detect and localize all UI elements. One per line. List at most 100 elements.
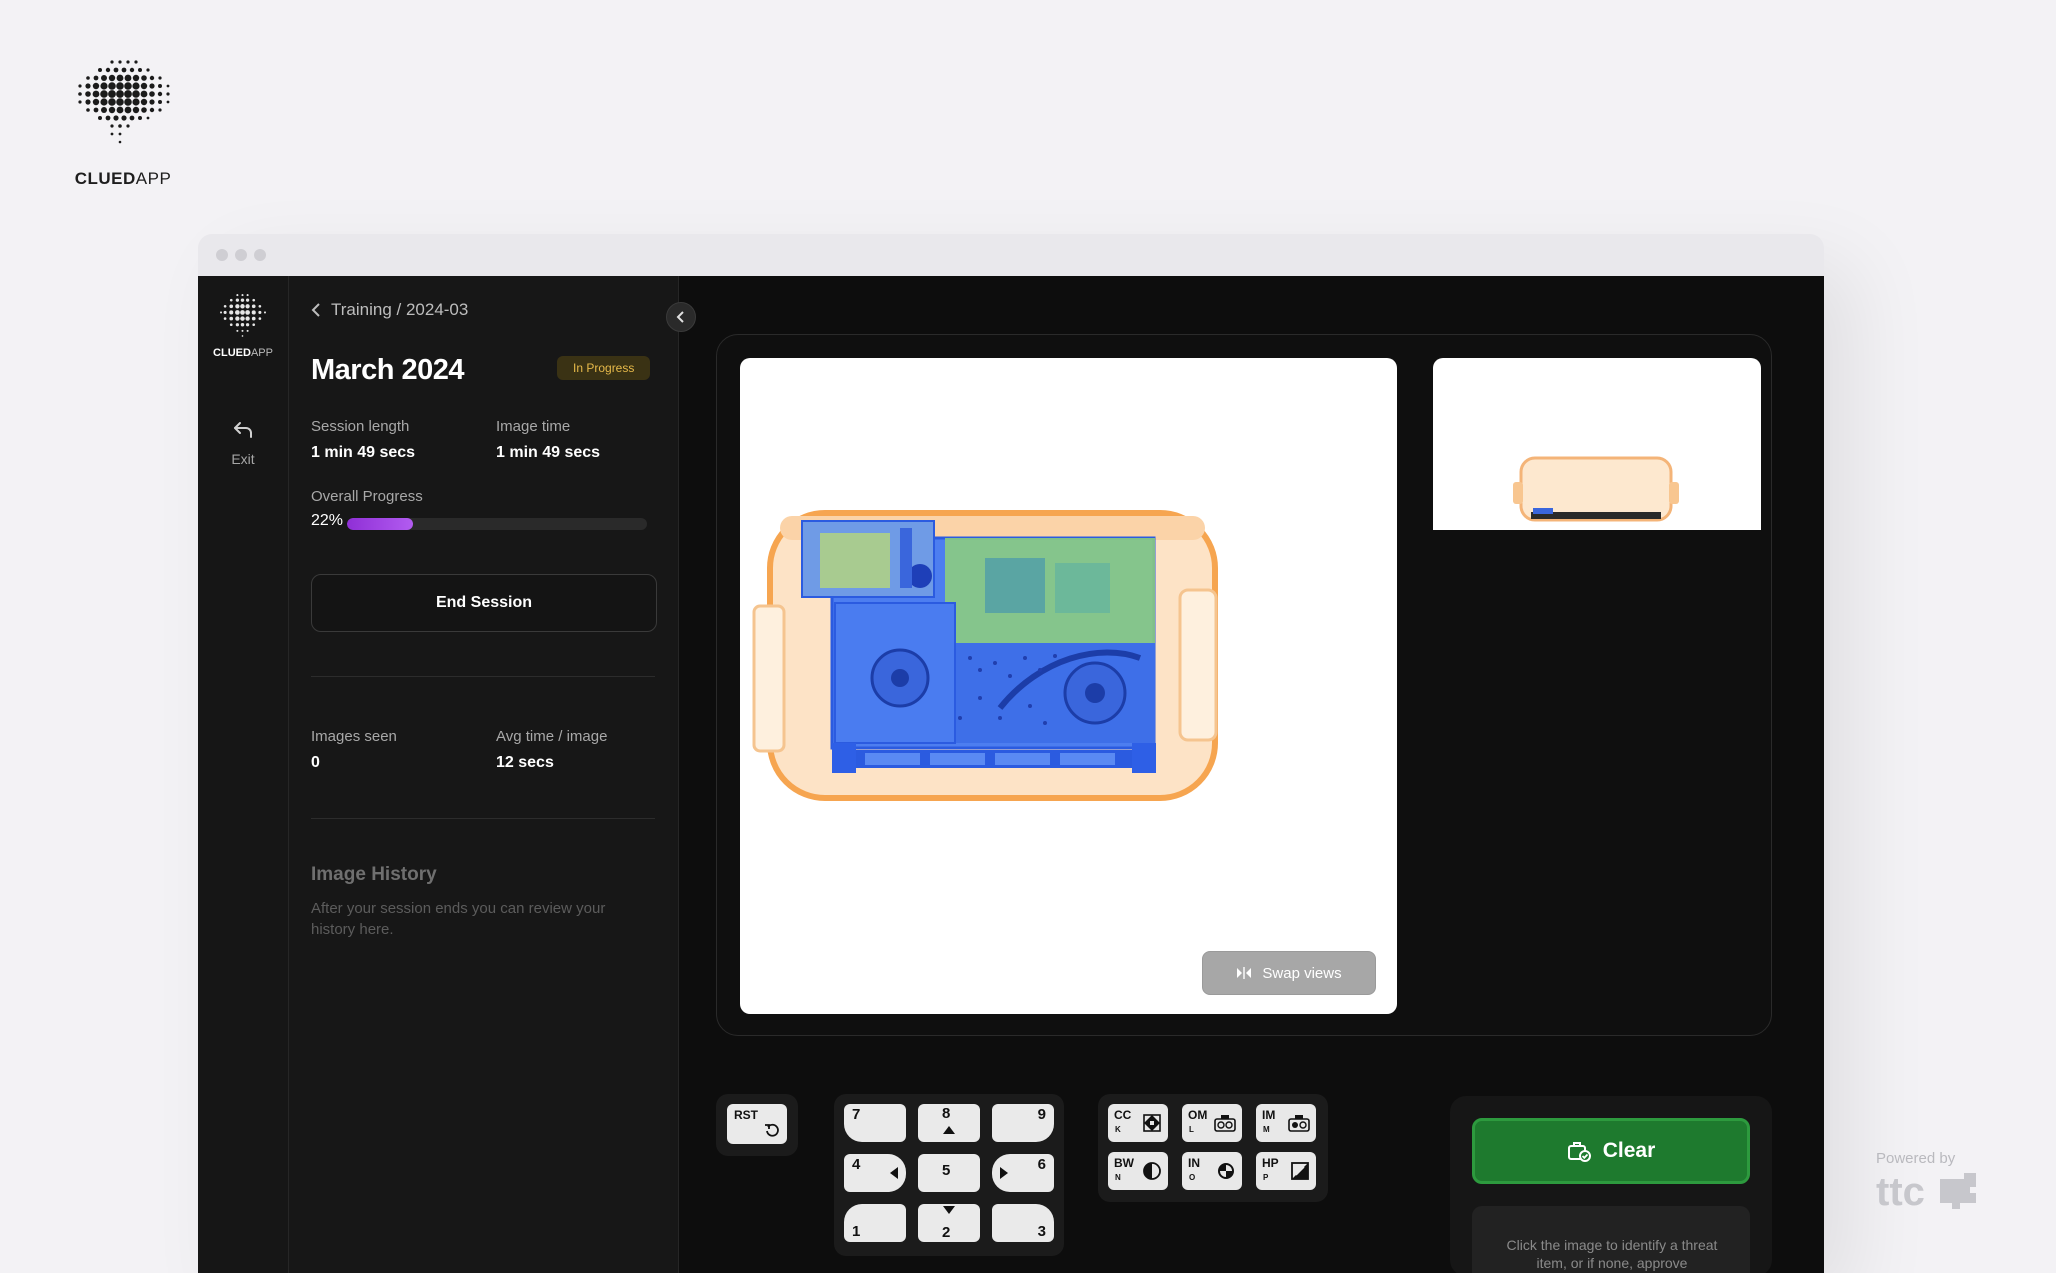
key-4[interactable]: 4 <box>844 1154 906 1192</box>
key-2-label: 2 <box>942 1224 951 1241</box>
diamond-grid-icon <box>1143 1114 1161 1132</box>
fkey-im-code: IM <box>1262 1108 1276 1122</box>
key-2[interactable]: 2 <box>918 1204 980 1242</box>
image-history-title: Image History <box>311 864 437 885</box>
key-7-label: 7 <box>852 1106 861 1123</box>
fkey-hp-sub: P <box>1263 1173 1269 1182</box>
exit-button[interactable]: Exit <box>198 420 288 467</box>
images-seen-label: Images seen <box>311 728 397 745</box>
breadcrumb-text: Training / 2024-03 <box>331 300 469 319</box>
hint-box: Click the image to identify a threat ite… <box>1472 1206 1750 1273</box>
rail-brand-mark-icon <box>220 294 266 337</box>
invert-icon <box>1218 1163 1234 1179</box>
chevron-left-icon <box>311 303 320 317</box>
session-length-value: 1 min 49 secs <box>311 444 416 461</box>
reset-key[interactable]: RST <box>727 1104 787 1144</box>
xray-side-image[interactable] <box>1433 358 1761 530</box>
xray-main-view[interactable]: Swap views <box>740 358 1397 1014</box>
overall-progress-label: Overall Progress <box>311 488 423 505</box>
numeric-keypad: 7 8 9 4 5 6 1 2 3 <box>834 1094 1064 1256</box>
fkey-hp-code: HP <box>1262 1156 1279 1170</box>
fkey-cc-sub: K <box>1115 1125 1121 1134</box>
function-keypad: CC K OM L IM M BW N IN O HP P <box>1098 1094 1328 1202</box>
key-1[interactable]: 1 <box>844 1204 906 1242</box>
arrow-up-icon <box>943 1126 955 1134</box>
key-3[interactable]: 3 <box>992 1204 1054 1242</box>
key-4-label: 4 <box>852 1156 861 1173</box>
breadcrumb[interactable]: Training / 2024-03 <box>311 300 468 320</box>
fkey-bw[interactable]: BW N <box>1108 1152 1168 1190</box>
app-window: CLUEDAPP Exit Training / 2024-03 March 2… <box>198 234 1824 1273</box>
fkey-in-sub: O <box>1189 1173 1196 1182</box>
fkey-hp[interactable]: HP P <box>1256 1152 1316 1190</box>
app-content: CLUEDAPP Exit Training / 2024-03 March 2… <box>198 276 1824 1273</box>
key-6-label: 6 <box>1037 1156 1046 1173</box>
brand-mark-icon <box>78 60 170 144</box>
powered-by: Powered by ttc <box>1876 1150 1996 1216</box>
image-history-text: After your session ends you can review y… <box>311 900 606 938</box>
swap-icon <box>1237 967 1252 979</box>
swap-views-label: Swap views <box>1262 964 1342 982</box>
end-session-button[interactable]: End Session <box>311 574 657 632</box>
half-circle-icon <box>1143 1162 1161 1180</box>
fkey-om-code: OM <box>1188 1108 1208 1122</box>
rail-logo: CLUEDAPP <box>212 292 274 359</box>
chevron-left-small-icon <box>676 311 684 323</box>
image-time-label: Image time <box>496 418 571 435</box>
xray-side-view[interactable] <box>1433 358 1761 530</box>
xray-laptop-image[interactable] <box>740 358 1397 1014</box>
fkey-in[interactable]: IN O <box>1182 1152 1242 1190</box>
key-8[interactable]: 8 <box>918 1104 980 1142</box>
image-time-value: 1 min 49 secs <box>496 444 601 461</box>
swap-views-button[interactable]: Swap views <box>1202 951 1376 995</box>
brand-logo: CLUEDAPP <box>72 58 174 189</box>
divider <box>311 818 655 819</box>
window-minimize-dot[interactable] <box>235 249 247 261</box>
session-panel: Training / 2024-03 March 2024 In Progres… <box>289 276 696 1273</box>
fkey-cc-code: CC <box>1114 1108 1132 1122</box>
powered-by-label: Powered by <box>1876 1150 1956 1167</box>
inorganic-icon <box>1288 1115 1310 1132</box>
high-penetration-icon <box>1291 1162 1309 1180</box>
arrow-right-icon <box>1000 1167 1008 1179</box>
divider <box>311 676 655 677</box>
key-1-label: 1 <box>852 1223 861 1240</box>
fkey-om[interactable]: OM L <box>1182 1104 1242 1142</box>
session-length-label: Session length <box>311 418 410 435</box>
arrow-down-icon <box>943 1206 955 1214</box>
fkey-bw-sub: N <box>1115 1173 1121 1182</box>
hint-text: Click the image to identify a threat ite… <box>1506 1237 1718 1271</box>
key-9[interactable]: 9 <box>992 1104 1054 1142</box>
key-9-label: 9 <box>1037 1106 1046 1123</box>
reset-rotate-icon <box>765 1123 779 1137</box>
clear-button-label: Clear <box>1602 1139 1656 1162</box>
reset-pad: RST <box>716 1094 798 1156</box>
key-7[interactable]: 7 <box>844 1104 906 1142</box>
image-viewer: Swap views <box>716 334 1772 1036</box>
ttc-logo-icon: ttc <box>1876 1170 1976 1214</box>
fkey-im-sub: M <box>1263 1125 1270 1134</box>
key-3-label: 3 <box>1037 1223 1046 1240</box>
fkey-in-code: IN <box>1188 1156 1200 1170</box>
rail-brand-name: CLUEDAPP <box>213 347 273 359</box>
brand-name: CLUEDAPP <box>74 169 172 188</box>
avg-time-value: 12 secs <box>496 754 554 771</box>
window-maximize-dot[interactable] <box>254 249 266 261</box>
collapse-panel-button[interactable] <box>666 302 696 332</box>
fkey-cc[interactable]: CC K <box>1108 1104 1168 1142</box>
window-titlebar <box>198 234 1824 276</box>
overall-progress-fill <box>347 518 413 530</box>
reset-key-label: RST <box>734 1108 758 1122</box>
key-5-label: 5 <box>942 1162 951 1179</box>
left-rail: CLUEDAPP Exit <box>198 276 289 1273</box>
overall-progress-percent: 22% <box>311 512 344 529</box>
key-5[interactable]: 5 <box>918 1154 980 1192</box>
fkey-bw-code: BW <box>1114 1156 1134 1170</box>
fkey-im[interactable]: IM M <box>1256 1104 1316 1142</box>
window-close-dot[interactable] <box>216 249 228 261</box>
clear-button[interactable]: Clear <box>1472 1118 1750 1184</box>
bag-check-icon <box>1567 1142 1591 1162</box>
organic-icon <box>1214 1115 1236 1132</box>
fkey-om-sub: L <box>1189 1125 1194 1134</box>
key-6[interactable]: 6 <box>992 1154 1054 1192</box>
